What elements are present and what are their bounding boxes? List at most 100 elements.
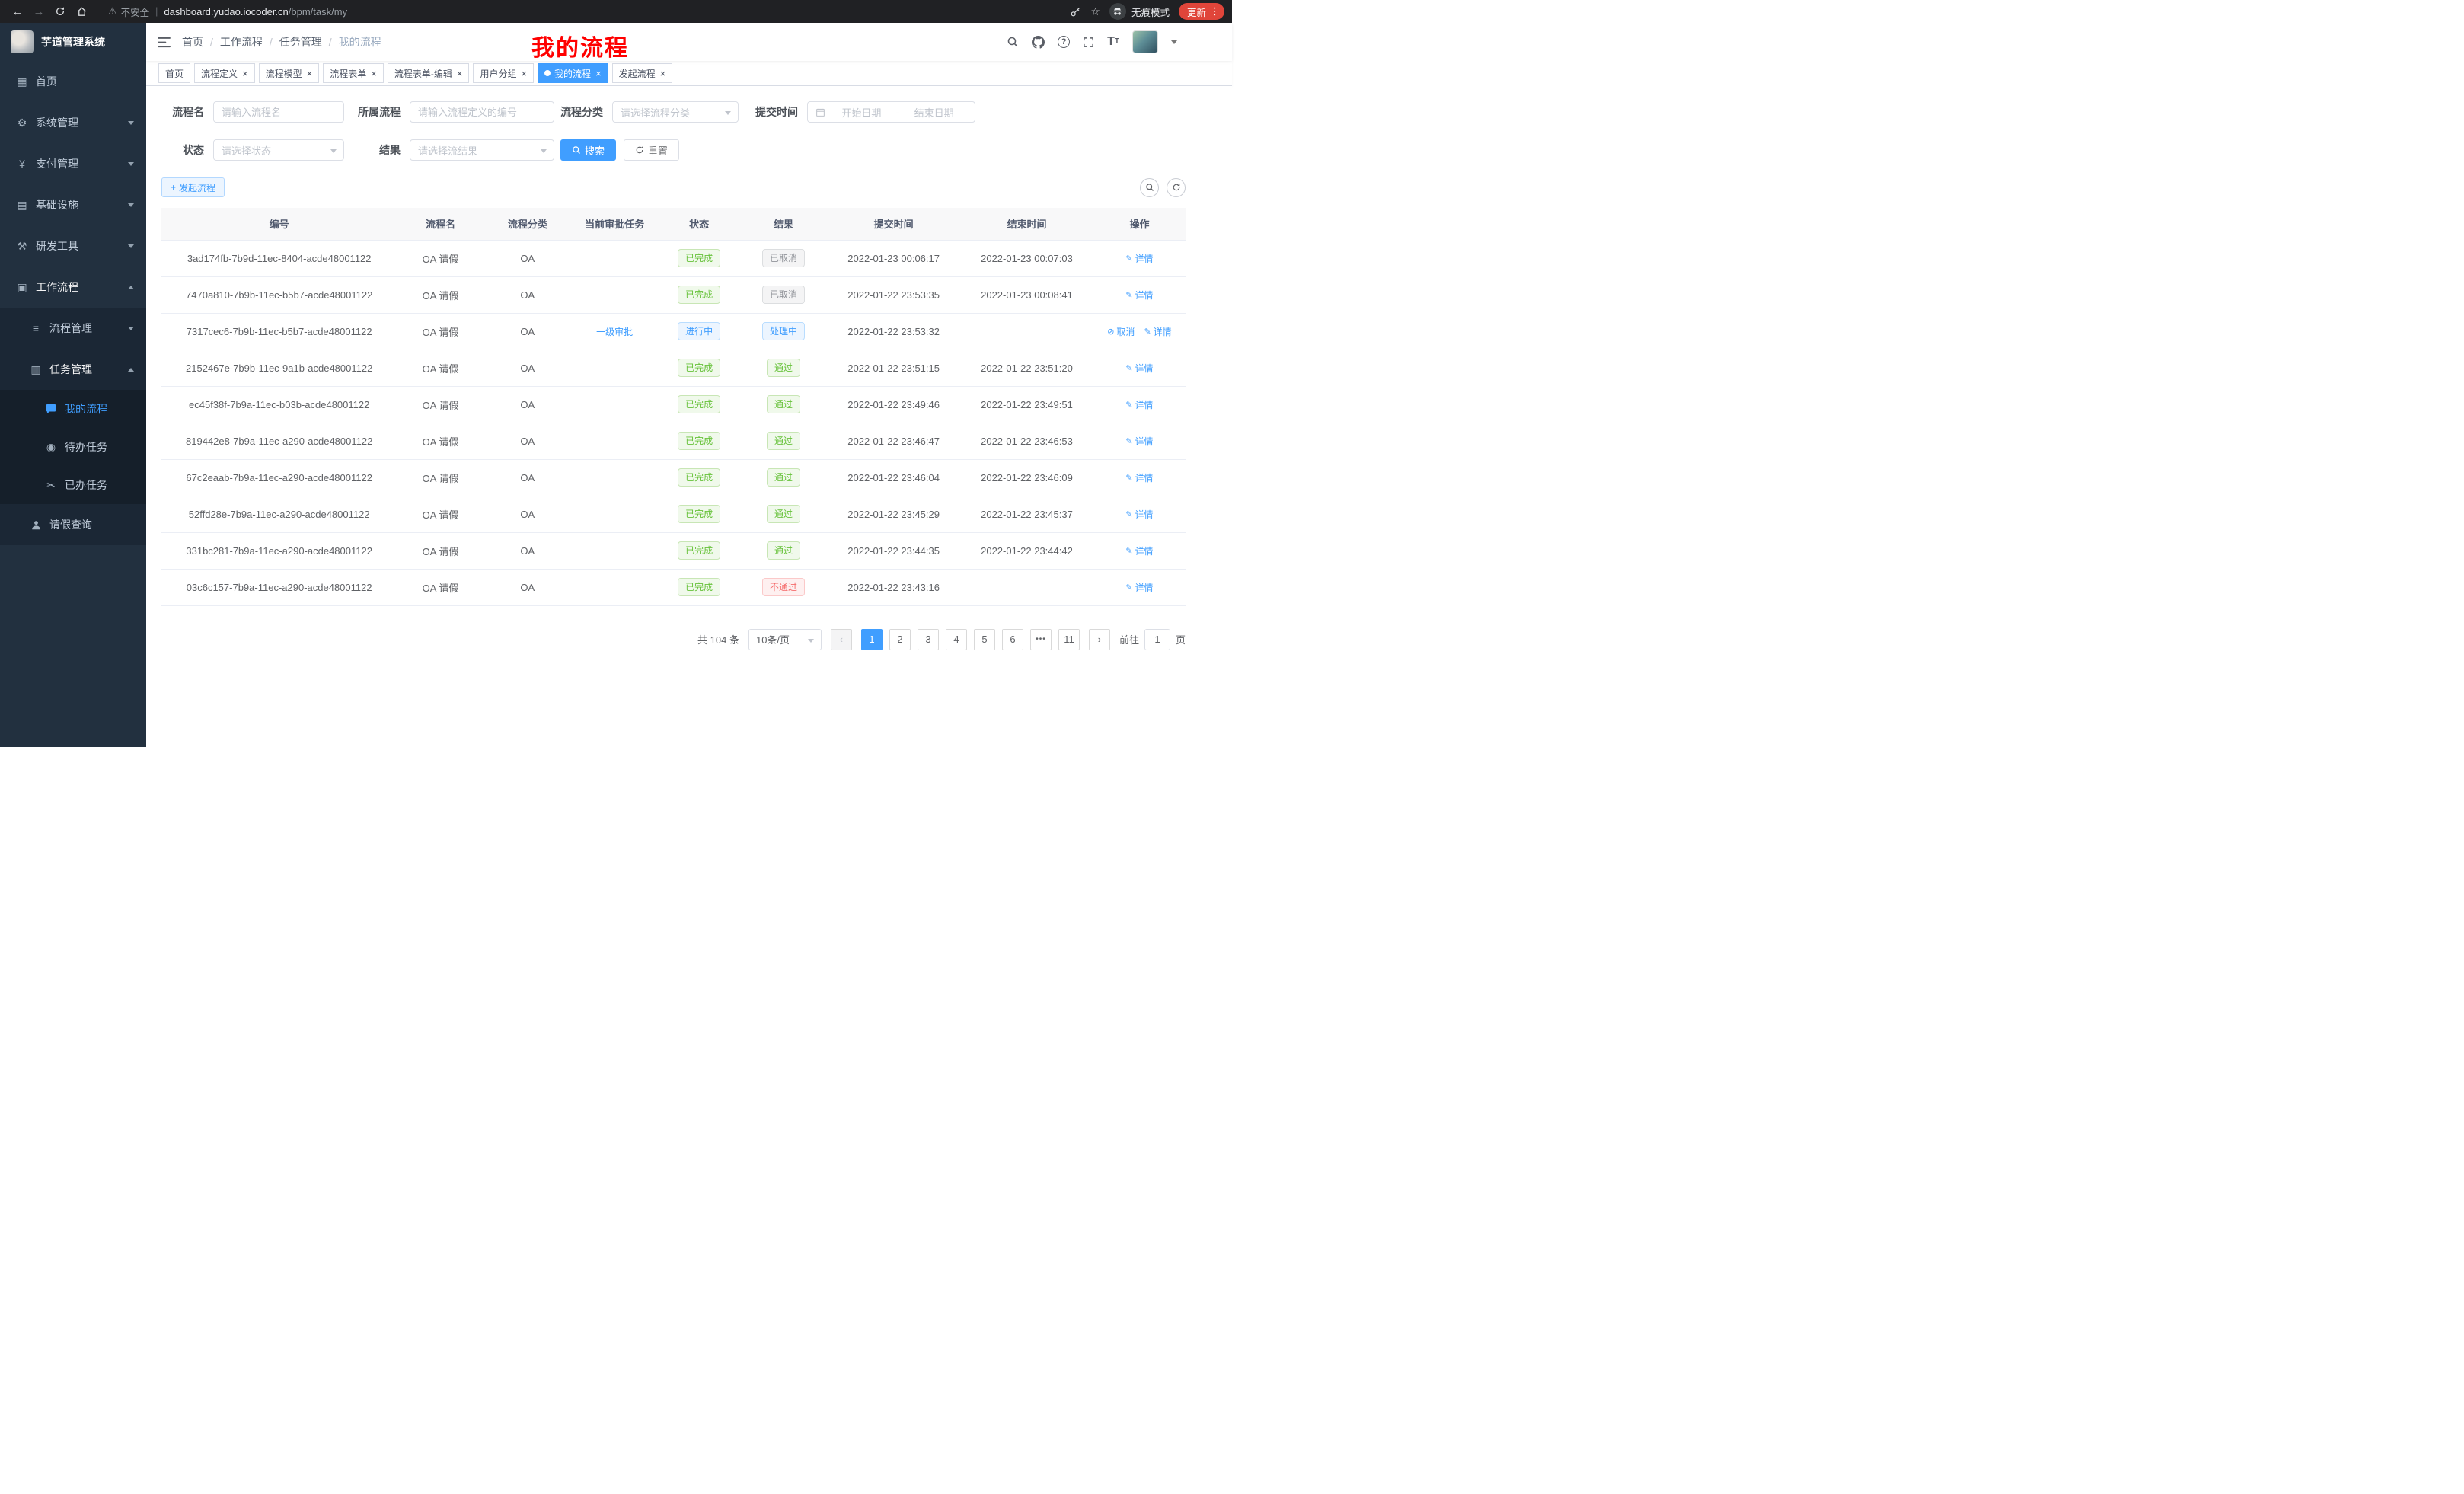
result-select[interactable]: 请选择流结果 <box>410 139 554 161</box>
prev-page-button[interactable]: ‹ <box>831 629 852 650</box>
sidebar-item-my-process[interactable]: 我的流程 <box>0 390 146 428</box>
sidebar-item-infrastructure[interactable]: ▤基础设施 <box>0 184 146 225</box>
avatar-caret-down-icon[interactable] <box>1171 40 1177 44</box>
browser-home-icon[interactable] <box>72 2 91 21</box>
category-select[interactable]: 请选择流程分类 <box>612 101 739 123</box>
reload-icon[interactable] <box>50 2 70 21</box>
action-label: 详情 <box>1135 362 1154 375</box>
incognito-badge[interactable]: 无痕模式 <box>1109 3 1170 20</box>
detail-link[interactable]: ✎详情 <box>1125 544 1153 557</box>
page-button-11[interactable]: 11 <box>1058 629 1080 650</box>
font-size-icon[interactable]: TT <box>1107 36 1119 48</box>
tab-process-form[interactable]: 流程表单× <box>323 63 384 83</box>
github-icon[interactable] <box>1032 36 1045 49</box>
refresh-table-button[interactable] <box>1167 178 1186 197</box>
user-avatar[interactable] <box>1132 30 1158 53</box>
cell-category: OA <box>484 496 571 532</box>
update-label: 更新 <box>1187 5 1206 19</box>
back-icon[interactable]: ← <box>8 2 27 21</box>
tab-user-group[interactable]: 用户分组× <box>473 63 534 83</box>
tab-process-form-edit[interactable]: 流程表单-编辑× <box>388 63 470 83</box>
help-icon[interactable]: ? <box>1058 36 1070 48</box>
page-button-5[interactable]: 5 <box>974 629 995 650</box>
edit-icon: ✎ <box>1125 400 1132 410</box>
start-process-button[interactable]: + 发起流程 <box>161 177 225 197</box>
navbar: 首页 / 工作流程 / 任务管理 / 我的流程 我的流程 ? TT <box>146 23 1232 61</box>
close-tab-icon[interactable]: × <box>457 69 463 78</box>
security-label[interactable]: 不安全 <box>121 5 150 19</box>
cell-submit_time: 2022-01-23 00:06:17 <box>827 240 960 276</box>
fullscreen-icon[interactable] <box>1083 37 1094 48</box>
sidebar-item-done-task[interactable]: ✂已办任务 <box>0 466 146 504</box>
status-select[interactable]: 请选择状态 <box>213 139 344 161</box>
goto-page-input[interactable] <box>1144 629 1170 650</box>
process-name-input[interactable] <box>213 101 344 123</box>
toggle-search-button[interactable] <box>1140 178 1159 197</box>
hamburger-icon <box>158 37 171 48</box>
status-tag: 已完成 <box>678 505 720 523</box>
key-icon[interactable] <box>1070 6 1081 18</box>
app-logo[interactable]: 芋道管理系统 <box>0 23 146 61</box>
detail-link[interactable]: ✎详情 <box>1125 289 1153 302</box>
close-tab-icon[interactable]: × <box>242 69 248 78</box>
detail-link[interactable]: ✎详情 <box>1125 362 1153 375</box>
sidebar-item-workflow[interactable]: ▣工作流程 <box>0 267 146 308</box>
next-page-button[interactable]: › <box>1089 629 1110 650</box>
tab-my-process[interactable]: 我的流程× <box>538 63 608 83</box>
tab-start-process[interactable]: 发起流程× <box>612 63 673 83</box>
cell-id: ec45f38f-7b9a-11ec-b03b-acde48001122 <box>161 386 397 423</box>
detail-link[interactable]: ✎详情 <box>1125 435 1153 448</box>
browser-menu-dots-icon[interactable]: ⋮ <box>1210 5 1220 18</box>
filter-label-process-name: 流程名 <box>161 104 213 120</box>
detail-link[interactable]: ✎详情 <box>1125 508 1153 521</box>
tab-home[interactable]: 首页 <box>158 63 190 83</box>
collapse-sidebar-button[interactable] <box>146 37 182 48</box>
header-search-icon[interactable] <box>1007 36 1019 48</box>
address-bar[interactable]: ⚠ 不安全 | dashboard.yudao.iocoder.cn/bpm/t… <box>101 2 1061 21</box>
close-tab-icon[interactable]: × <box>307 69 313 78</box>
tab-process-definition[interactable]: 流程定义× <box>194 63 255 83</box>
bookmark-star-icon[interactable]: ☆ <box>1090 5 1100 18</box>
page-button-4[interactable]: 4 <box>946 629 967 650</box>
sidebar-item-payment[interactable]: ¥支付管理 <box>0 143 146 184</box>
sidebar-item-home[interactable]: ▦首页 <box>0 61 146 102</box>
breadcrumb-item-task-management[interactable]: 任务管理 <box>279 34 322 49</box>
detail-link[interactable]: ✎详情 <box>1144 325 1171 338</box>
sidebar-item-todo-task[interactable]: ◉待办任务 <box>0 428 146 466</box>
current-task-link[interactable]: 一级审批 <box>596 325 633 338</box>
reset-button[interactable]: 重置 <box>624 139 679 161</box>
sidebar-item-task-management[interactable]: ▥任务管理 <box>0 349 146 390</box>
sidebar-item-leave-query[interactable]: 请假查询 <box>0 504 146 545</box>
submit-time-range-picker[interactable]: 开始日期 - 结束日期 <box>807 101 975 123</box>
sidebar-item-process-management[interactable]: ≡流程管理 <box>0 308 146 349</box>
breadcrumb-item-home[interactable]: 首页 <box>182 34 203 49</box>
detail-link[interactable]: ✎详情 <box>1125 252 1153 265</box>
close-tab-icon[interactable]: × <box>595 69 602 78</box>
page-button-6[interactable]: 6 <box>1002 629 1023 650</box>
close-tab-icon[interactable]: × <box>660 69 666 78</box>
page-ellipsis[interactable]: ••• <box>1030 629 1052 650</box>
sidebar-item-devtools[interactable]: ⚒研发工具 <box>0 225 146 267</box>
cell-actions: ⊘取消 ✎详情 <box>1093 313 1186 350</box>
page-button-3[interactable]: 3 <box>918 629 939 650</box>
page-button-1[interactable]: 1 <box>861 629 883 650</box>
close-tab-icon[interactable]: × <box>371 69 377 78</box>
process-definition-input[interactable] <box>410 101 554 123</box>
search-button[interactable]: 搜索 <box>560 139 616 161</box>
close-tab-icon[interactable]: × <box>521 69 527 78</box>
tab-process-model[interactable]: 流程模型× <box>259 63 320 83</box>
detail-link[interactable]: ✎详情 <box>1125 398 1153 411</box>
page-button-2[interactable]: 2 <box>889 629 911 650</box>
forward-icon[interactable]: → <box>29 2 49 21</box>
total-count: 共 104 条 <box>697 632 739 646</box>
detail-link[interactable]: ✎详情 <box>1125 471 1153 484</box>
cell-actions: ✎详情 <box>1093 276 1186 313</box>
page-size-select[interactable]: 10条/页 <box>748 629 822 650</box>
update-button[interactable]: 更新 ⋮ <box>1179 3 1224 20</box>
url-text[interactable]: dashboard.yudao.iocoder.cn/bpm/task/my <box>164 6 347 18</box>
cancel-link[interactable]: ⊘取消 <box>1107 325 1135 338</box>
breadcrumb-item-workflow[interactable]: 工作流程 <box>220 34 263 49</box>
detail-link[interactable]: ✎详情 <box>1125 581 1153 594</box>
cell-submit_time: 2022-01-22 23:53:35 <box>827 276 960 313</box>
sidebar-item-system[interactable]: ⚙系统管理 <box>0 102 146 143</box>
